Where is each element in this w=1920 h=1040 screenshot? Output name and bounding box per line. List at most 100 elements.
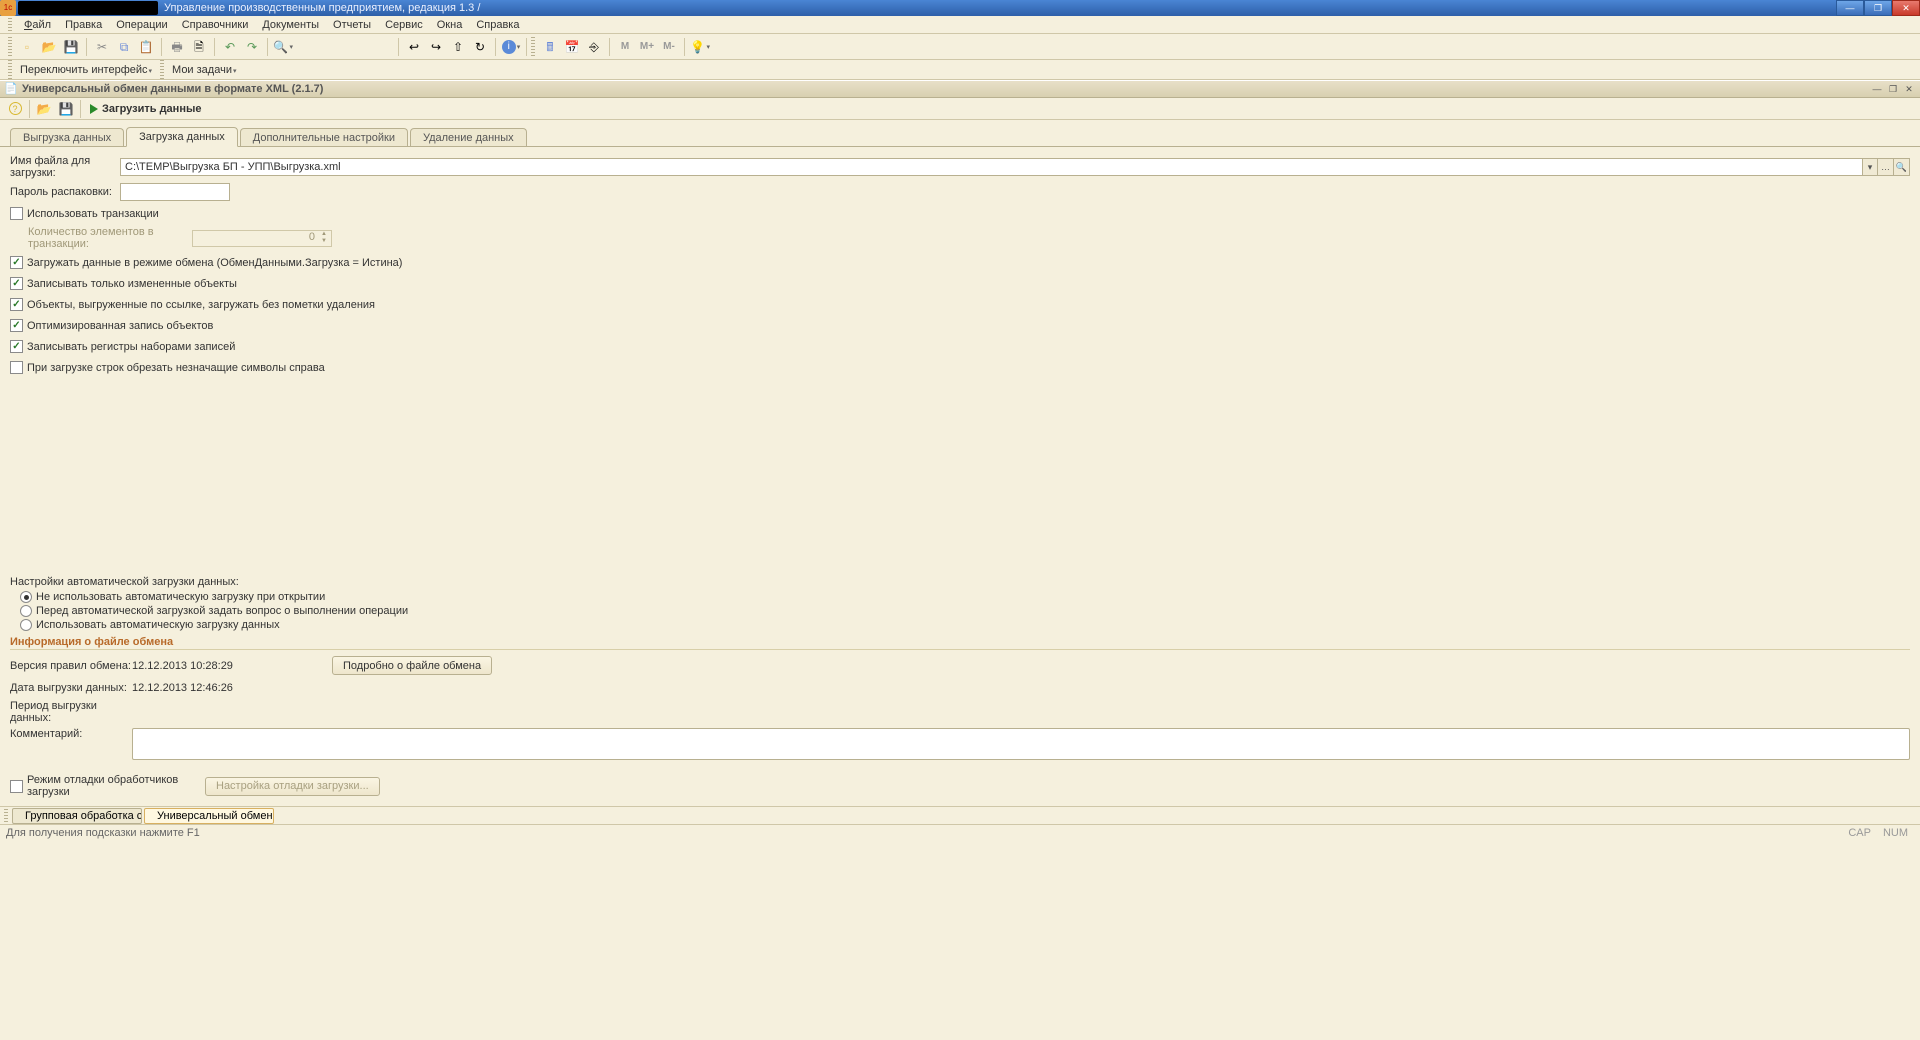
changed-only-checkbox[interactable] — [10, 277, 23, 290]
changed-only-label: Записывать только измененные объекты — [27, 278, 237, 290]
subwin-minimize-button[interactable]: — — [1870, 82, 1884, 96]
help-button[interactable]: i — [501, 37, 521, 57]
use-transactions-checkbox[interactable] — [10, 207, 23, 220]
rules-version-value: 12.12.2013 10:28:29 — [132, 660, 332, 672]
m-minus-button[interactable]: M- — [659, 37, 679, 57]
file-row: Имя файла для загрузки: ▾ … 🔍 — [10, 155, 1910, 179]
tab-import[interactable]: Загрузка данных — [126, 127, 238, 147]
tab-delete-data[interactable]: Удаление данных — [410, 128, 527, 147]
auto-none-row: Не использовать автоматическую загрузку … — [20, 591, 1910, 603]
save-button[interactable]: 💾 — [61, 37, 81, 57]
register-sets-checkbox[interactable] — [10, 340, 23, 353]
print-button[interactable]: 🖶 — [167, 37, 187, 57]
m-button[interactable]: M — [615, 37, 635, 57]
open-settings-button[interactable]: 📂 — [34, 99, 54, 119]
cut-button[interactable]: ✂ — [92, 37, 112, 57]
nav-up-button[interactable]: ⇧ — [448, 37, 468, 57]
subwin-restore-button[interactable]: ❐ — [1886, 82, 1900, 96]
rules-version-row: Версия правил обмена: 12.12.2013 10:28:2… — [10, 656, 1910, 675]
my-tasks-button[interactable]: Мои задачи — [168, 64, 240, 76]
maximize-button[interactable]: ❐ — [1864, 0, 1892, 16]
auto-always-radio[interactable] — [20, 619, 32, 631]
auto-ask-radio[interactable] — [20, 605, 32, 617]
m-plus-button[interactable]: M+ — [637, 37, 657, 57]
main-toolbar: ▫ 📂 💾 ✂ ⧉ 📋 🖶 🗎 ↶ ↷ 🔍 ↩ ↪ ⇧ ↻ i 🖩 📅 ⎆ M … — [0, 34, 1920, 60]
debug-settings-button[interactable]: Настройка отладки загрузки... — [205, 777, 380, 796]
file-info-heading: Информация о файле обмена — [10, 636, 1910, 650]
debug-checkbox[interactable] — [10, 780, 23, 793]
password-input[interactable] — [120, 183, 230, 201]
switch-interface-button[interactable]: Переключить интерфейс — [16, 64, 156, 76]
minimize-button[interactable]: — — [1836, 0, 1864, 16]
toolbar-grip-icon — [531, 37, 535, 57]
trim-strings-checkbox[interactable] — [10, 361, 23, 374]
auto-always-label: Использовать автоматическую загрузку дан… — [36, 619, 280, 631]
menu-windows[interactable]: Окна — [431, 17, 469, 33]
menu-help[interactable]: Справка — [470, 17, 525, 33]
nav-forward-button[interactable]: ↪ — [426, 37, 446, 57]
trans-count-label: Количество элементов в транзакции: — [28, 226, 188, 250]
file-dropdown-button[interactable]: ▾ — [1862, 158, 1878, 176]
tab-additional-settings[interactable]: Дополнительные настройки — [240, 128, 408, 147]
subwindow-titlebar: 📄 Универсальный обмен данными в формате … — [0, 80, 1920, 98]
status-cap: CAP — [1842, 827, 1877, 839]
subwin-close-button[interactable]: ✕ — [1902, 82, 1916, 96]
menu-grip-icon — [8, 18, 12, 32]
debug-row: Режим отладки обработчиков загрузки Наст… — [10, 774, 1910, 798]
task-xml-exchange[interactable]: Универсальный обмен дан... — [144, 808, 274, 824]
optimized-write-checkbox[interactable] — [10, 319, 23, 332]
menu-service[interactable]: Сервис — [379, 17, 429, 33]
toolbar-sep — [495, 38, 496, 56]
tool-button[interactable]: ⎆ — [584, 37, 604, 57]
status-bar: Для получения подсказки нажмите F1 CAP N… — [0, 824, 1920, 840]
menu-references[interactable]: Справочники — [176, 17, 255, 33]
search-button[interactable]: 🔍 — [273, 37, 293, 57]
nav-back-button[interactable]: ↩ — [404, 37, 424, 57]
use-transactions-label: Использовать транзакции — [27, 208, 159, 220]
ref-no-delete-checkbox[interactable] — [10, 298, 23, 311]
paste-button[interactable]: 📋 — [136, 37, 156, 57]
toolbar-sep — [684, 38, 685, 56]
menu-reports[interactable]: Отчеты — [327, 17, 377, 33]
undo-button[interactable]: ↶ — [220, 37, 240, 57]
exchange-mode-checkbox[interactable] — [10, 256, 23, 269]
register-sets-row: Записывать регистры наборами записей — [10, 338, 1910, 355]
tips-button[interactable]: 💡 — [690, 37, 710, 57]
open-button[interactable]: 📂 — [39, 37, 59, 57]
file-details-button[interactable]: Подробно о файле обмена — [332, 656, 492, 675]
export-date-row: Дата выгрузки данных: 12.12.2013 12:46:2… — [10, 679, 1910, 696]
calendar-button[interactable]: 📅 — [562, 37, 582, 57]
auto-none-radio[interactable] — [20, 591, 32, 603]
close-button[interactable]: ✕ — [1892, 0, 1920, 16]
password-row: Пароль распаковки: — [10, 183, 1910, 201]
file-browse-button[interactable]: … — [1878, 158, 1894, 176]
export-date-value: 12.12.2013 12:46:26 — [132, 682, 233, 694]
tab-bar: Выгрузка данных Загрузка данных Дополнит… — [0, 126, 1920, 146]
debug-label: Режим отладки обработчиков загрузки — [27, 774, 201, 798]
menu-file[interactable]: Файл — [18, 17, 57, 33]
copy-button[interactable]: ⧉ — [114, 37, 134, 57]
save-settings-button[interactable]: 💾 — [56, 99, 76, 119]
menu-operations[interactable]: Операции — [110, 17, 173, 33]
comment-row: Комментарий: — [10, 728, 1910, 760]
print-preview-button[interactable]: 🗎 — [189, 37, 209, 57]
redo-button[interactable]: ↷ — [242, 37, 262, 57]
menu-documents[interactable]: Документы — [256, 17, 325, 33]
load-data-button[interactable]: Загрузить данные — [84, 100, 207, 118]
task-label: Групповая обработка спра... — [25, 810, 142, 822]
help-button[interactable]: ? — [5, 99, 25, 119]
comment-textarea[interactable] — [132, 728, 1910, 760]
window-titlebar: 1c Управление производственным предприят… — [0, 0, 1920, 16]
menu-edit[interactable]: Правка — [59, 17, 108, 33]
new-doc-button[interactable]: ▫ — [17, 37, 37, 57]
subwindow-title: Универсальный обмен данными в формате XM… — [22, 83, 1870, 95]
register-sets-label: Записывать регистры наборами записей — [27, 341, 235, 353]
trans-count-row: Количество элементов в транзакции: 0 ▲▼ — [10, 226, 1910, 250]
file-input[interactable] — [120, 158, 1862, 176]
tab-export[interactable]: Выгрузка данных — [10, 128, 124, 147]
nav-refresh-button[interactable]: ↻ — [470, 37, 490, 57]
file-open-ext-button[interactable]: 🔍 — [1894, 158, 1910, 176]
toolbar-sep — [398, 38, 399, 56]
task-group-processing[interactable]: Групповая обработка спра... — [12, 808, 142, 824]
calc-button[interactable]: 🖩 — [540, 37, 560, 57]
